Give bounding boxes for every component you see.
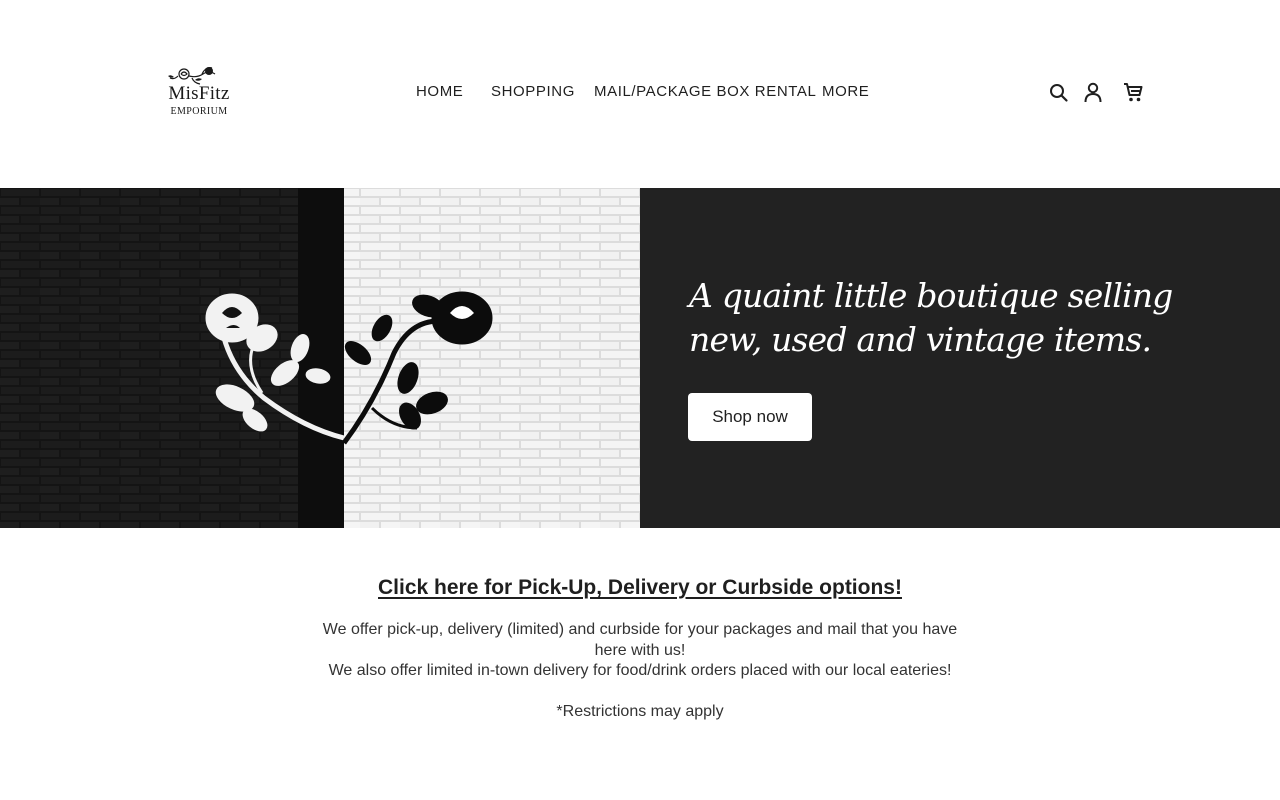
logo-subtitle: EMPORIUM [170,106,228,117]
hero-banner: A quaint little boutique selling new, us… [0,188,1280,528]
nav-item-more[interactable]: MORE [822,83,869,100]
delivery-description-line-2: We also offer limited in-town delivery f… [328,662,952,679]
hero-title: A quaint little boutique selling new, us… [689,276,1173,359]
delivery-description: We offer pick-up, delivery (limited) and… [315,620,965,682]
search-icon[interactable] [1048,81,1070,103]
nav-item-mail-package-box-rental[interactable]: MAIL/PACKAGE BOX RENTAL [594,83,816,100]
delivery-options-link[interactable]: Click here for Pick-Up, Delivery or Curb… [378,576,902,600]
restrictions-note: *Restrictions may apply [556,702,724,720]
delivery-info-section: Click here for Pick-Up, Delivery or Curb… [0,576,1280,721]
shop-now-button[interactable]: Shop now [688,393,812,441]
rose-mural-image [0,188,640,528]
site-header: MisFitz EMPORIUM HOME SHOPPING MAIL/PACK… [0,0,1280,188]
nav-item-shopping[interactable]: SHOPPING [491,83,575,100]
logo-name: MisFitz [168,83,230,104]
nav-item-home[interactable]: HOME [416,83,463,100]
site-logo[interactable]: MisFitz EMPORIUM [162,64,236,122]
delivery-description-line-1: We offer pick-up, delivery (limited) and… [322,621,958,659]
hero-text-panel: A quaint little boutique selling new, us… [640,188,1280,528]
cart-icon[interactable] [1122,81,1144,103]
account-icon[interactable] [1082,81,1104,103]
